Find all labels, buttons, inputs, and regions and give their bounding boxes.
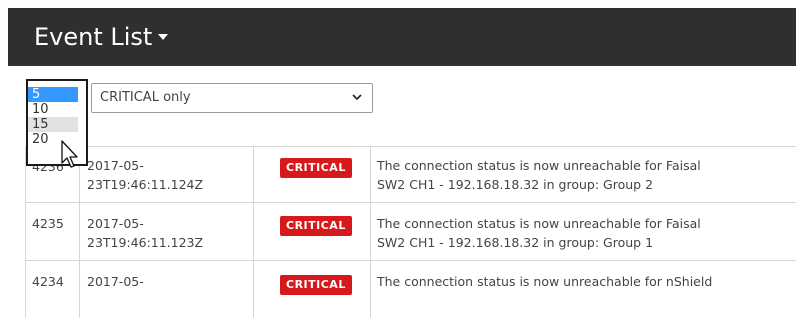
severity-cell: CRITICAL [280, 215, 352, 236]
table-row[interactable]: 4235 2017-05- 23T19:46:11.123Z CRITICAL … [25, 202, 796, 261]
message-line: The connection status is now unreachable… [377, 274, 713, 289]
critical-badge: CRITICAL [280, 216, 352, 236]
message-line: SW2 CH1 - 192.168.18.32 in group: Group … [377, 235, 654, 250]
event-id: 4234 [32, 274, 64, 289]
timestamp-line: 2017-05- [87, 216, 144, 231]
page-size-option[interactable]: 15 [28, 117, 78, 132]
severity-filter-select[interactable]: CRITICAL only [91, 83, 373, 113]
event-list-panel: Event List CRITICAL only 4236 2017-05- 2… [8, 8, 796, 318]
critical-badge: CRITICAL [280, 158, 352, 178]
mouse-pointer-icon [61, 140, 78, 168]
timestamp-line: 2017-05- [87, 274, 144, 289]
message-line: The connection status is now unreachable… [377, 216, 701, 231]
event-list-title-button[interactable]: Event List [34, 22, 169, 52]
panel-body: CRITICAL only 4236 2017-05- 23T19:46:11.… [8, 66, 796, 318]
table-row[interactable]: 4236 2017-05- 23T19:46:11.124Z CRITICAL … [25, 146, 796, 203]
message-line: SW2 CH1 - 192.168.18.32 in group: Group … [377, 177, 654, 192]
caret-down-icon [158, 34, 169, 40]
page-size-option[interactable]: 5 [28, 87, 78, 102]
timestamp-line: 2017-05- [87, 158, 144, 173]
timestamp-line: 23T19:46:11.124Z [87, 177, 204, 192]
event-id: 4235 [32, 216, 64, 231]
event-timestamp: 2017-05- 23T19:46:11.123Z [87, 214, 257, 252]
event-message: The connection status is now unreachable… [377, 214, 787, 252]
event-message: The connection status is now unreachable… [377, 156, 787, 194]
severity-cell: CRITICAL [280, 157, 352, 178]
message-line: The connection status is now unreachable… [377, 158, 701, 173]
critical-badge: CRITICAL [280, 275, 352, 295]
event-table: 4236 2017-05- 23T19:46:11.124Z CRITICAL … [25, 146, 796, 318]
event-message: The connection status is now unreachable… [377, 272, 787, 291]
timestamp-line: 23T19:46:11.123Z [87, 235, 204, 250]
table-row[interactable]: 4234 2017-05- CRITICAL The connection st… [25, 260, 796, 318]
panel-header: Event List [8, 8, 796, 66]
severity-filter-value: CRITICAL only [100, 90, 191, 105]
event-timestamp: 2017-05- 23T19:46:11.124Z [87, 156, 257, 194]
page-size-option[interactable]: 10 [28, 102, 86, 117]
chevron-down-icon [352, 94, 362, 101]
page-title: Event List [34, 23, 153, 51]
event-timestamp: 2017-05- [87, 272, 257, 291]
severity-cell: CRITICAL [280, 274, 352, 295]
